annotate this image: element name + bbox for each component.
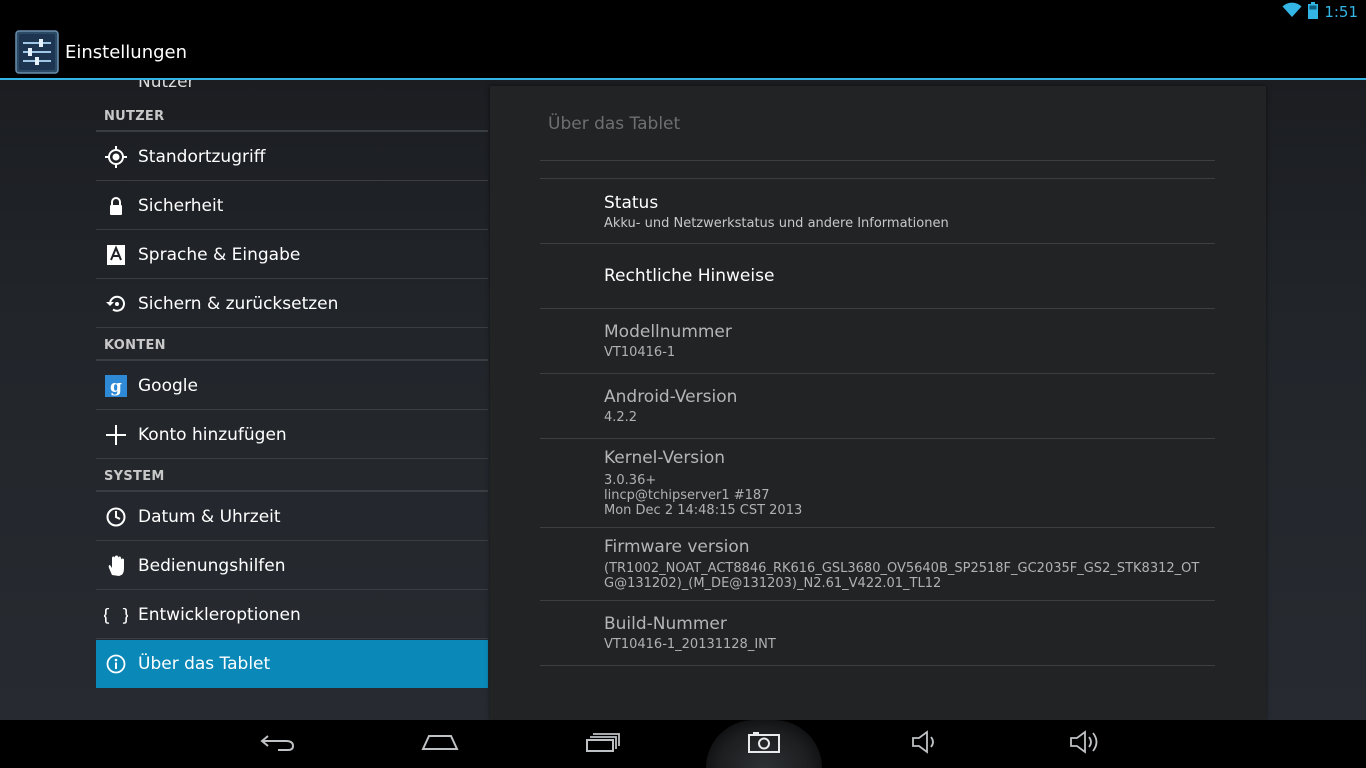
pref-android-version[interactable]: Android-Version 4.2.2 — [540, 374, 1215, 439]
location-icon — [96, 133, 136, 181]
settings-content: Nutzer NUTZER Standortzugriff Sicherheit… — [0, 80, 1366, 720]
pref-title: Firmware version — [604, 537, 750, 557]
sidebar-item-datum-uhrzeit[interactable]: Datum & Uhrzeit — [96, 493, 488, 541]
sidebar-item-label: Sichern & zurücksetzen — [138, 293, 339, 314]
sidebar-item-bedienungshilfen[interactable]: Bedienungshilfen — [96, 542, 488, 590]
sidebar-item-label: Standortzugriff — [138, 146, 266, 167]
section-header-konten: KONTEN — [96, 331, 488, 361]
wifi-icon — [1282, 2, 1302, 22]
sidebar-item-sicherheit[interactable]: Sicherheit — [96, 182, 488, 230]
pref-summary: 3.0.36+ — [604, 473, 657, 488]
volume-down-icon — [911, 730, 941, 758]
pref-legal-notices[interactable]: Rechtliche Hinweise — [540, 244, 1215, 309]
pref-summary: VT10416-1_20131128_INT — [604, 637, 776, 652]
pref-title: Modellnummer — [604, 322, 732, 342]
lock-icon — [96, 182, 136, 230]
pref-summary: 4.2.2 — [604, 410, 638, 425]
divider — [540, 160, 1215, 161]
recent-apps-icon — [585, 732, 621, 756]
volume-up-button[interactable] — [1046, 720, 1126, 768]
settings-app-icon[interactable] — [15, 30, 59, 74]
volume-down-button[interactable] — [886, 720, 966, 768]
sidebar-item-label: Sprache & Eingabe — [138, 244, 301, 265]
sidebar-item-nutzer-clipped[interactable]: Nutzer — [96, 80, 488, 92]
sidebar-item-ueber-das-tablet[interactable]: Über das Tablet — [96, 640, 488, 688]
info-icon — [96, 640, 136, 688]
pref-title: Status — [604, 193, 659, 213]
home-icon — [421, 733, 459, 755]
sidebar-item-label: Über das Tablet — [138, 654, 271, 674]
home-button[interactable] — [400, 720, 480, 768]
pref-model-number: Modellnummer VT10416-1 — [540, 309, 1215, 374]
back-button[interactable] — [238, 720, 318, 768]
pref-summary: Mon Dec 2 14:48:15 CST 2013 — [604, 503, 803, 518]
pref-title: Android-Version — [604, 387, 738, 407]
sidebar-item-sichern-zuruecksetzen[interactable]: Sichern & zurücksetzen — [96, 280, 488, 328]
clock-icon — [96, 493, 136, 541]
section-header-nutzer: NUTZER — [96, 102, 488, 132]
svg-text:g: g — [110, 377, 122, 397]
pref-title: Kernel-Version — [604, 448, 726, 468]
pref-title: Rechtliche Hinweise — [604, 266, 775, 286]
sidebar-item-label: Bedienungshilfen — [138, 555, 286, 576]
pref-firmware-version: Firmware version (TR1002_NOAT_ACT8846_RK… — [540, 528, 1215, 601]
sidebar-item-standortzugriff[interactable]: Standortzugriff — [96, 133, 488, 181]
braces-icon: { } — [96, 591, 136, 639]
pref-summary: Akku- und Netzwerkstatus und andere Info… — [604, 216, 949, 231]
google-icon: g — [96, 362, 136, 410]
screenshot-icon — [748, 731, 780, 757]
plus-icon — [96, 411, 136, 459]
pref-summary: G@131202)_(M_DE@131203)_N2.61_V422.01_TL… — [604, 576, 942, 591]
status-bar: 1:51 — [0, 0, 1366, 24]
battery-icon — [1308, 1, 1319, 23]
sidebar-item-entwickleroptionen[interactable]: { } Entwickleroptionen — [96, 591, 488, 639]
sidebar-item-google[interactable]: g Google — [96, 362, 488, 410]
status-clock: 1:51 — [1324, 3, 1358, 21]
action-bar: Einstellungen — [0, 24, 1366, 80]
pref-summary: VT10416-1 — [604, 345, 676, 360]
svg-text:{ }: { } — [104, 606, 128, 625]
detail-pane: Über das Tablet Status Akku- und Netzwer… — [490, 86, 1266, 720]
app-title: Einstellungen — [65, 41, 188, 63]
pref-status[interactable]: Status Akku- und Netzwerkstatus und ande… — [540, 179, 1215, 244]
sidebar-item-konto-hinzufuegen[interactable]: Konto hinzufügen — [96, 411, 488, 459]
language-icon — [96, 231, 136, 279]
detail-title: Über das Tablet — [548, 114, 681, 134]
sidebar-item-label: Konto hinzufügen — [138, 424, 287, 445]
volume-up-icon — [1069, 729, 1103, 759]
sidebar-item-label: Datum & Uhrzeit — [138, 506, 281, 527]
section-header-system: SYSTEM — [96, 462, 488, 492]
pref-title: Build-Nummer — [604, 614, 727, 634]
pref-kernel-version: Kernel-Version 3.0.36+ lincp@tchipserver… — [540, 439, 1215, 528]
sidebar-item-label: Google — [138, 375, 198, 396]
settings-list[interactable]: Nutzer NUTZER Standortzugriff Sicherheit… — [96, 80, 488, 720]
back-icon — [260, 732, 296, 756]
backup-restore-icon — [96, 280, 136, 328]
system-nav-bar — [0, 720, 1366, 768]
pref-build-number[interactable]: Build-Nummer VT10416-1_20131128_INT — [540, 601, 1215, 666]
recent-apps-button[interactable] — [563, 720, 643, 768]
sidebar-item-label: Sicherheit — [138, 195, 224, 216]
pref-summary: lincp@tchipserver1 #187 — [604, 488, 770, 503]
pref-summary: (TR1002_NOAT_ACT8846_RK616_GSL3680_OV564… — [604, 561, 1200, 576]
hand-icon — [96, 542, 136, 590]
screenshot-button[interactable] — [706, 720, 822, 768]
sidebar-item-label: Entwickleroptionen — [138, 604, 301, 625]
sidebar-item-sprache-eingabe[interactable]: Sprache & Eingabe — [96, 231, 488, 279]
